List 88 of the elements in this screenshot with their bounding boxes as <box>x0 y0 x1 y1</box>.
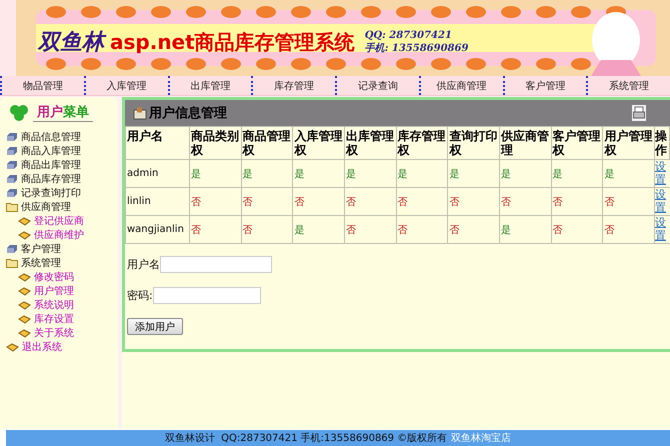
menu-item[interactable]: 商品库存管理 <box>3 172 115 186</box>
menu-item[interactable]: 关于系统 <box>3 326 115 340</box>
table-cell: 是 <box>551 160 603 188</box>
table-cell: 是 <box>602 160 654 188</box>
book-icon <box>18 286 31 296</box>
menu-item[interactable]: 商品信息管理 <box>3 130 115 144</box>
column-header: 入库管理权 <box>292 126 344 160</box>
drive-icon <box>6 174 18 184</box>
menu-item[interactable]: 商品出库管理 <box>3 158 115 172</box>
menu-item[interactable]: 客户管理 <box>3 242 115 256</box>
menu-item[interactable]: 用户管理 <box>3 284 115 298</box>
column-header: 库存管理权 <box>396 126 448 160</box>
menu-item[interactable]: 登记供应商 <box>3 214 115 228</box>
table-cell: 否 <box>344 216 396 244</box>
table-cell: 是 <box>292 216 344 244</box>
menu-item[interactable]: 供应商维护 <box>3 228 115 242</box>
table-cell: 否 <box>551 216 603 244</box>
book-icon <box>18 272 31 282</box>
panel-title: 用户信息管理 <box>133 104 227 122</box>
table-cell: 是 <box>241 160 293 188</box>
table-cell: 否 <box>396 188 448 216</box>
table-cell: 否 <box>396 216 448 244</box>
menu-item[interactable]: 修改密码 <box>3 270 115 284</box>
book-icon <box>18 300 31 310</box>
settings-link[interactable]: 设置 <box>655 161 666 186</box>
table-cell: 否 <box>241 216 293 244</box>
menu-item[interactable]: 库存设置 <box>3 312 115 326</box>
column-header: 操作 <box>654 126 670 160</box>
table-cell: 是 <box>292 160 344 188</box>
table-cell: 否 <box>344 188 396 216</box>
table-cell: 是 <box>396 160 448 188</box>
table-cell: 是 <box>344 160 396 188</box>
drive-icon <box>6 146 18 156</box>
table-cell: 否 <box>292 188 344 216</box>
menu-title: 用户菜单 <box>33 103 93 122</box>
phone-number: 手机: 13558690869 <box>364 42 468 54</box>
column-header: 商品类别权 <box>190 126 242 160</box>
book-icon <box>18 216 31 226</box>
logo: 双鱼林 <box>38 27 104 57</box>
menu-item[interactable]: 商品入库管理 <box>3 144 115 158</box>
field-label: 密码: <box>127 288 153 303</box>
table-cell: 否 <box>190 216 242 244</box>
table-cell: 否 <box>241 188 293 216</box>
column-header: 出库管理权 <box>344 126 396 160</box>
settings-link[interactable]: 设置 <box>655 217 666 242</box>
table-cell: 是 <box>190 160 242 188</box>
menu-item[interactable]: 供应商管理 <box>3 200 115 214</box>
book-icon <box>18 314 31 324</box>
menu-item[interactable]: 系统说明 <box>3 298 115 312</box>
column-header: 查询打印权 <box>448 126 500 160</box>
table-cell: wangjianlin <box>126 216 190 244</box>
book-icon <box>6 342 19 352</box>
clover-icon <box>9 104 29 122</box>
table-cell: 是 <box>499 160 552 188</box>
table-cell: 否 <box>448 216 500 244</box>
column-header: 商品管理权 <box>241 126 293 160</box>
column-header: 供应商管理 <box>499 126 552 160</box>
book-icon <box>18 328 31 338</box>
footer-text: 双鱼林设计 QQ:287307421 手机:13558690869 ©版权所有 <box>164 432 448 445</box>
field-label: 用户名 <box>127 257 160 272</box>
banner-title: asp.net商品库存管理系统 <box>110 28 355 56</box>
drive-icon <box>6 160 18 170</box>
input-field[interactable] <box>152 287 261 304</box>
drive-icon <box>6 244 18 254</box>
menu-item[interactable]: 系统管理 <box>3 256 115 270</box>
table-cell: 是 <box>448 160 500 188</box>
column-header: 客户管理权 <box>551 126 603 160</box>
qq-number: QQ: 287307421 <box>364 30 453 40</box>
column-header: 用户名 <box>126 126 190 160</box>
settings-link[interactable]: 设置 <box>655 189 666 214</box>
table-cell: 否 <box>448 188 500 216</box>
column-header: 用户管理权 <box>602 126 654 160</box>
table-cell: 否 <box>551 188 603 216</box>
drive-icon <box>6 132 18 142</box>
table-cell: 否 <box>190 188 242 216</box>
menu-item[interactable]: 记录查询打印 <box>3 186 115 200</box>
printer-icon[interactable] <box>632 105 646 121</box>
menu-item[interactable]: 退出系统 <box>3 340 115 354</box>
table-cell: 否 <box>602 188 654 216</box>
drive-icon <box>6 188 18 198</box>
table-cell: 否 <box>602 216 654 244</box>
table-cell: admin <box>126 160 190 188</box>
book-icon <box>18 230 31 240</box>
table-cell: 否 <box>499 188 552 216</box>
add-user-button[interactable]: 添加用户 <box>127 318 183 335</box>
table-cell: 是 <box>499 216 552 244</box>
input-field[interactable] <box>160 256 272 273</box>
table-cell: linlin <box>126 188 190 216</box>
